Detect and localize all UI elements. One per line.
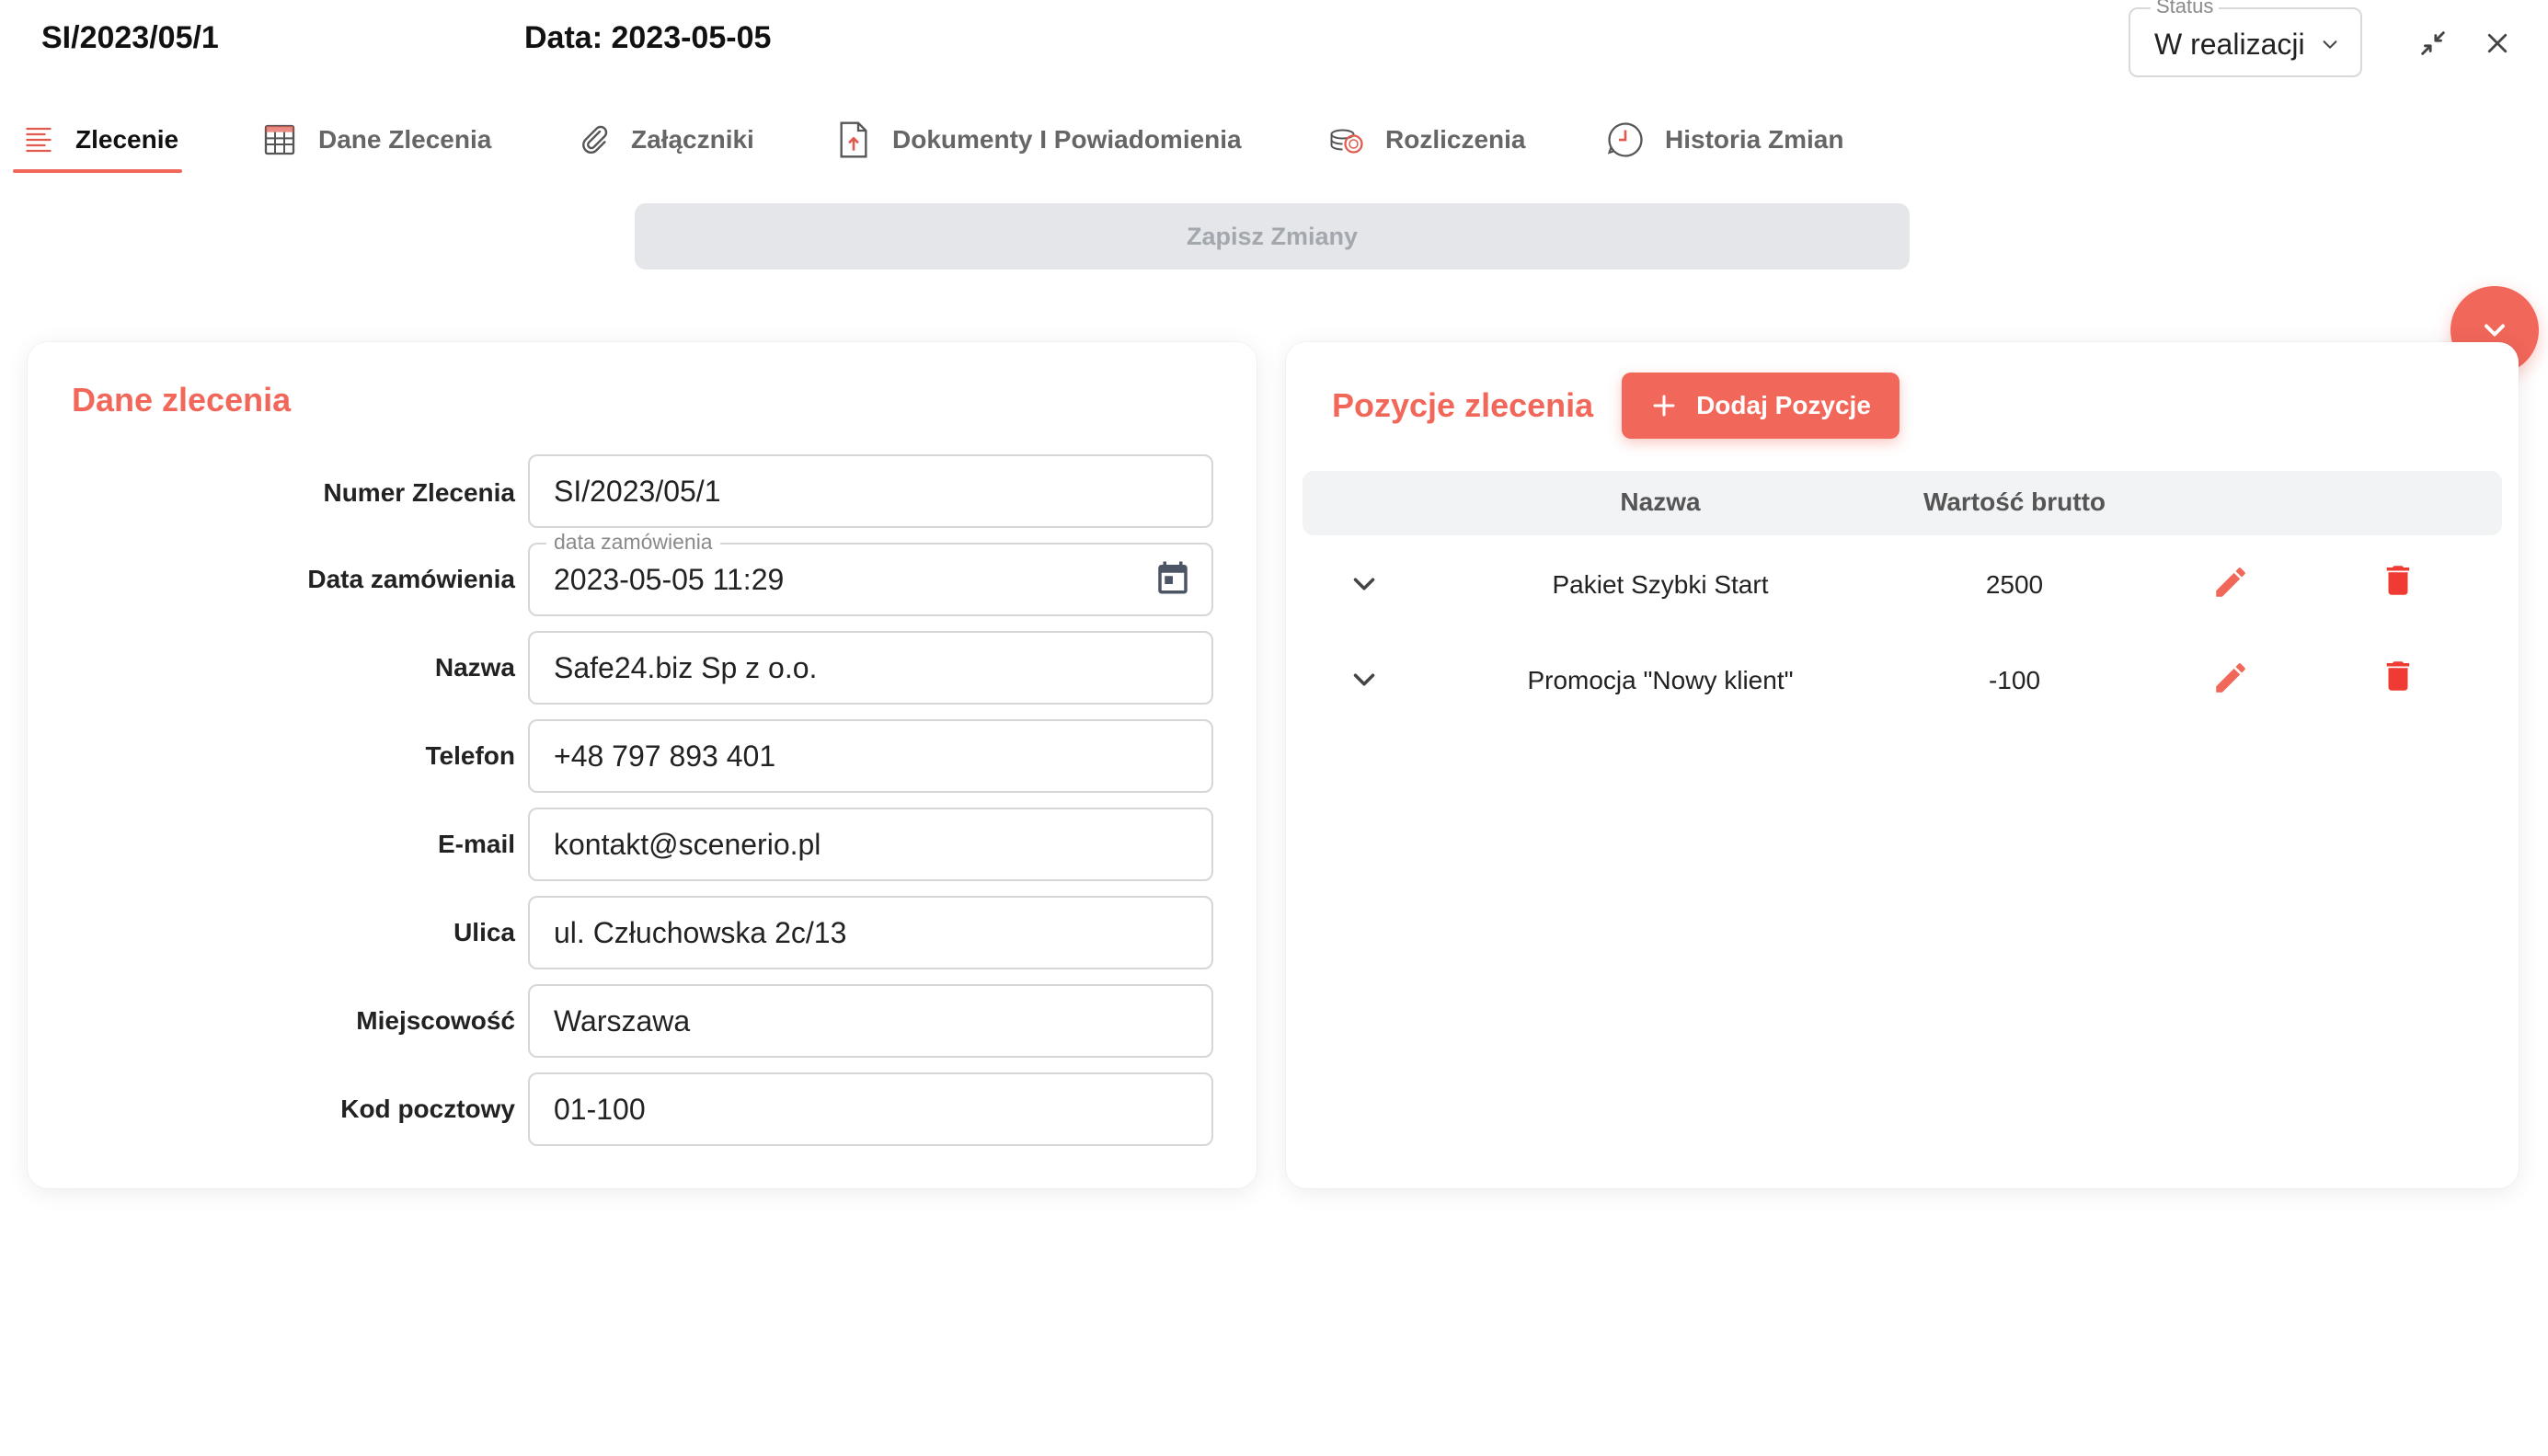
status-value: W realizacji [2154,28,2305,61]
tab-label: Historia Zmian [1665,125,1844,154]
add-position-button[interactable]: Dodaj Pozycje [1622,373,1900,439]
history-clock-icon [1607,122,1643,157]
collapse-arrows-icon [2421,31,2445,55]
chevron-down-icon [2323,40,2337,49]
street-field[interactable] [528,896,1213,969]
close-button[interactable] [2474,20,2520,66]
order-data-title: Dane zlecenia [72,381,292,418]
order-date-floating-label: data zamówienia [546,530,720,555]
calendar-icon[interactable] [1153,558,1192,597]
expand-row-chevron-icon[interactable] [1347,662,1382,697]
field-label: Miejscowość [356,1006,515,1035]
tab-label: Załączniki [631,125,754,154]
delete-trash-icon[interactable] [2379,657,2417,695]
field-label: Telefon [425,741,515,770]
column-header-name: Nazwa [1620,487,1701,516]
field-label: Data zamówienia [307,565,515,593]
status-label: Status [2151,0,2220,18]
order-positions-title: Pozycje zlecenia [1332,386,1594,424]
name-field[interactable] [528,631,1213,705]
expand-row-chevron-icon[interactable] [1347,567,1382,602]
tab-historia[interactable]: Historia Zmian [1606,109,1843,171]
tab-rozliczenia[interactable]: Rozliczenia [1328,109,1525,171]
email-field[interactable] [528,808,1213,881]
status-select[interactable]: Status W realizacji [2129,0,2362,77]
list-lines-icon [26,127,52,153]
postal-code-field[interactable] [528,1072,1213,1146]
field-label: E-mail [437,830,515,858]
field-label: Nazwa [434,653,515,682]
active-tab-indicator [13,169,182,173]
field-label: Ulica [453,918,515,946]
field-label: Numer Zlecenia [323,478,515,507]
column-header-value: Wartość brutto [1922,487,2106,516]
tab-label: Dane Zlecenia [318,125,492,154]
minimize-button[interactable] [2410,20,2456,66]
order-number: SI/2023/05/1 [41,20,219,55]
order-date: Data: 2023-05-05 [524,20,772,55]
order-positions-card [1286,342,2519,1188]
plus-icon [1653,395,1675,417]
document-upload-icon [840,121,867,158]
tab-label: Rozliczenia [1385,125,1526,154]
tab-label: Dokumenty I Powiadomienia [892,125,1242,154]
close-icon [2487,33,2508,53]
add-position-label: Dodaj Pozycje [1696,391,1871,419]
position-value: -100 [1988,666,2041,694]
position-value: 2500 [1985,570,2044,599]
tab-zalaczniki[interactable]: Załączniki [578,109,754,171]
tab-label: Zlecenie [75,125,179,154]
city-field[interactable] [528,984,1213,1058]
tab-dokumenty[interactable]: Dokumenty I Powiadomienia [835,109,1242,171]
coins-icon [1330,129,1363,154]
order-number-field[interactable] [528,454,1213,528]
position-name: Promocja "Nowy klient" [1527,666,1794,694]
edit-pencil-icon[interactable] [2211,659,2250,697]
field-label: Kod pocztowy [340,1095,515,1123]
edit-pencil-icon[interactable] [2211,563,2250,602]
tab-zlecenie[interactable]: Zlecenie [22,109,178,171]
table-grid-icon [264,124,295,155]
save-changes-button[interactable]: Zapisz Zmiany [635,203,1910,269]
position-name: Pakiet Szybki Start [1552,570,1769,599]
delete-trash-icon[interactable] [2379,561,2417,600]
paperclip-icon [582,125,608,154]
tab-dane-zlecenia[interactable]: Dane Zlecenia [261,109,491,171]
phone-field[interactable] [528,719,1213,793]
